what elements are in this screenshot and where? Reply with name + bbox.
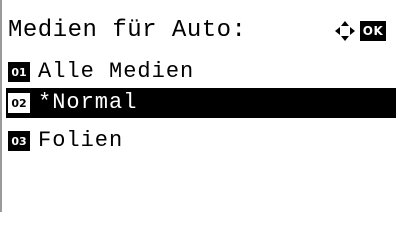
list-item-label: Alle Medien	[38, 59, 195, 84]
item-number-badge: 02	[8, 93, 30, 113]
title-bar: Medien für Auto: OK	[8, 16, 390, 46]
item-number-badge: 01	[8, 62, 30, 82]
list-item-selected[interactable]: 02 *Normal	[6, 88, 396, 118]
printer-lcd-screen: Medien für Auto: OK 01 Alle Medien 02 *N…	[0, 0, 396, 212]
list-item-label: *Normal	[38, 90, 138, 115]
ok-icon[interactable]: OK	[360, 21, 386, 41]
four-way-arrows-icon	[334, 20, 356, 42]
list-item[interactable]: 03 Folien	[8, 126, 390, 156]
list-item-label: Folien	[38, 128, 124, 153]
title-icons: OK	[334, 16, 386, 46]
list-item[interactable]: 01 Alle Medien	[8, 57, 390, 87]
page-title: Medien für Auto:	[8, 17, 247, 44]
item-number-badge: 03	[8, 131, 30, 151]
